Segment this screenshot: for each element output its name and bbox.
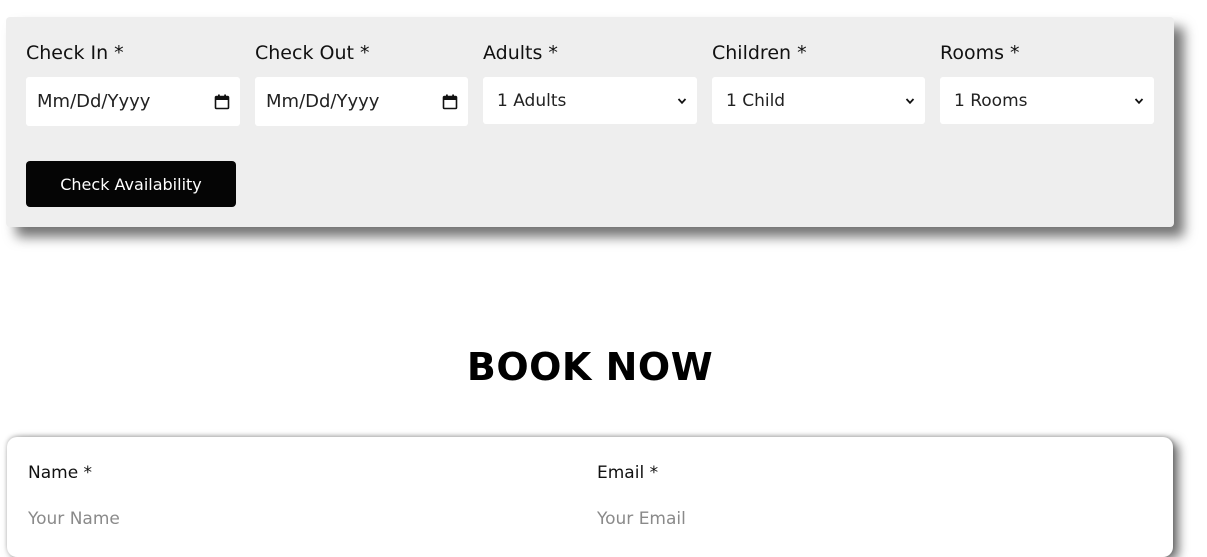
rooms-value: 1 Rooms (954, 90, 1028, 111)
chevron-down-icon (1134, 96, 1144, 106)
adults-select[interactable]: 1 Adults (483, 77, 697, 124)
email-input[interactable] (597, 505, 1117, 533)
check-in-value: Mm/Dd/Yyyy (37, 91, 151, 112)
check-out-date-input[interactable]: Mm/Dd/Yyyy (255, 77, 468, 126)
check-in-date-input[interactable]: Mm/Dd/Yyyy (26, 77, 240, 126)
adults-value: 1 Adults (497, 90, 567, 111)
children-label: Children * (712, 42, 807, 64)
children-value: 1 Child (726, 90, 786, 111)
rooms-label: Rooms * (940, 42, 1020, 64)
rooms-select[interactable]: 1 Rooms (940, 77, 1154, 124)
adults-label: Adults * (483, 42, 558, 64)
booking-form-panel: Name * Email * (7, 437, 1173, 557)
children-select[interactable]: 1 Child (712, 77, 925, 124)
chevron-down-icon (905, 96, 915, 106)
calendar-icon[interactable] (214, 94, 230, 110)
check-availability-button[interactable]: Check Availability (26, 161, 236, 207)
email-label: Email * (597, 463, 659, 483)
check-in-label: Check In * (26, 42, 124, 64)
name-input[interactable] (28, 505, 548, 533)
name-label: Name * (28, 463, 93, 483)
check-out-value: Mm/Dd/Yyyy (266, 91, 380, 112)
page-title: BOOK NOW (466, 345, 714, 389)
check-out-label: Check Out * (255, 42, 370, 64)
availability-panel: Check In * Mm/Dd/Yyyy Check Out * Mm/Dd/… (6, 17, 1174, 227)
chevron-down-icon (677, 96, 687, 106)
calendar-icon[interactable] (442, 94, 458, 110)
